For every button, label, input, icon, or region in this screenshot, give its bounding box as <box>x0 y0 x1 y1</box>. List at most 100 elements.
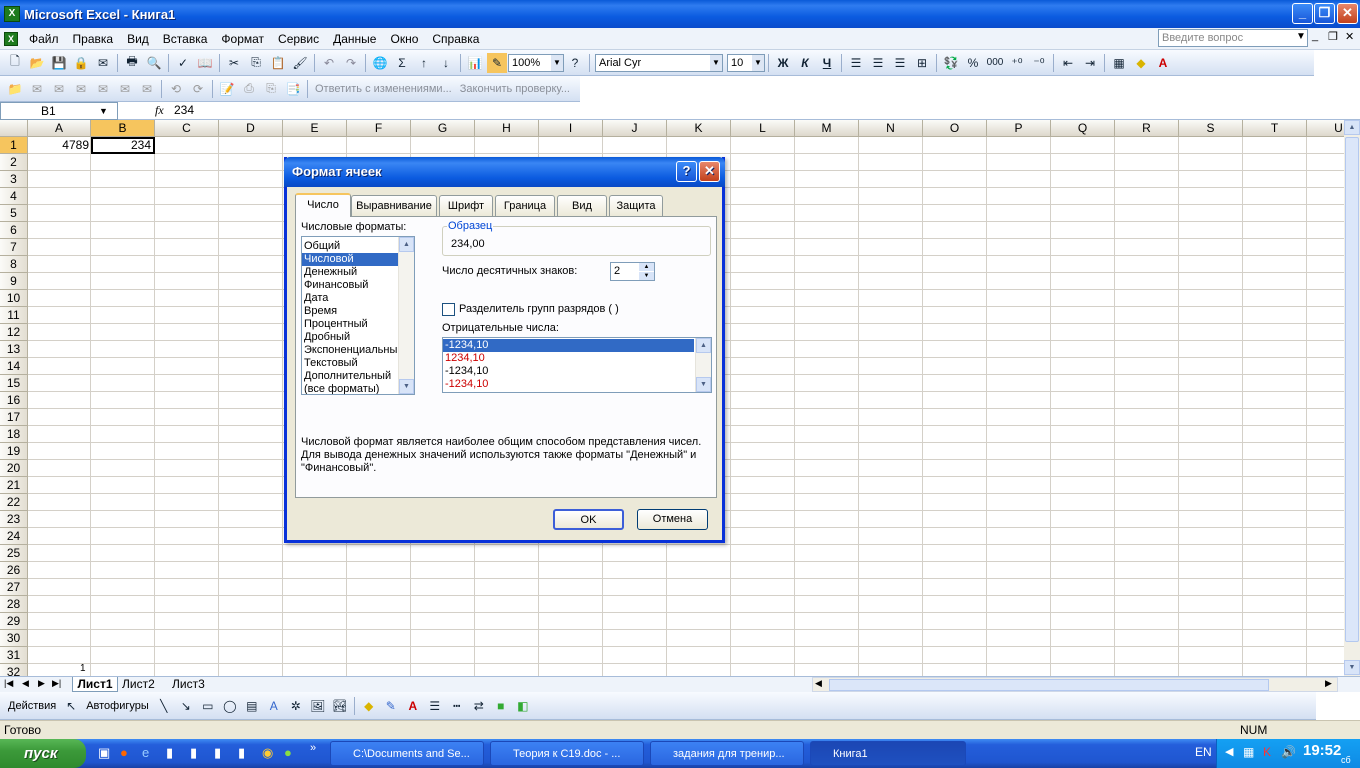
category-item[interactable]: Время <box>302 305 399 318</box>
row-header-20[interactable]: 20 <box>0 460 28 477</box>
column-header-f[interactable]: F <box>347 120 411 137</box>
row-header-3[interactable]: 3 <box>0 171 28 188</box>
category-item[interactable]: Экспоненциальный <box>302 344 404 357</box>
review-icon-2[interactable]: ✉ <box>27 79 47 99</box>
row-header-11[interactable]: 11 <box>0 307 28 324</box>
sheet-nav-next-icon[interactable]: ▶ <box>38 678 45 689</box>
doc-restore-icon[interactable]: ❐ <box>1328 30 1338 43</box>
row-header-12[interactable]: 12 <box>0 324 28 341</box>
review-icon-13[interactable]: 📑 <box>283 79 303 99</box>
tray-volume-icon[interactable]: 🔊 <box>1281 745 1296 759</box>
ask-dropdown-icon[interactable]: ▼ <box>1296 31 1306 42</box>
category-item[interactable]: Числовой <box>302 253 399 266</box>
zoom-combo[interactable]: 100% ▼ <box>508 53 564 72</box>
decrease-decimal-icon[interactable]: ⁻⁰ <box>1029 53 1049 73</box>
dialog-help-button[interactable]: ? <box>676 161 697 182</box>
column-header-b[interactable]: B <box>91 120 155 137</box>
tab-font[interactable]: Шрифт <box>439 195 493 216</box>
shadow-icon[interactable]: ■ <box>491 696 511 716</box>
new-icon[interactable]: 🗋 <box>5 53 25 73</box>
review-icon-11[interactable]: ⎙ <box>239 79 259 99</box>
row-header-17[interactable]: 17 <box>0 409 28 426</box>
tab-protection[interactable]: Защита <box>609 195 663 216</box>
scroll-up-icon[interactable]: ▲ <box>1344 120 1360 135</box>
spin-down-icon[interactable]: ▼ <box>639 272 654 280</box>
increase-decimal-icon[interactable]: ⁺⁰ <box>1007 53 1027 73</box>
hscroll-thumb[interactable] <box>829 679 1269 691</box>
row-header-21[interactable]: 21 <box>0 477 28 494</box>
chart-wizard-icon[interactable]: 📊 <box>465 53 485 73</box>
spelling-icon[interactable]: ✓ <box>173 53 193 73</box>
italic-button[interactable]: К <box>795 53 815 73</box>
doc-close-icon[interactable]: ✕ <box>1345 30 1354 43</box>
horizontal-scrollbar[interactable]: ◀ ▶ <box>812 677 1338 692</box>
dash-style-icon[interactable]: ┅ <box>447 696 467 716</box>
review-icon-3[interactable]: ✉ <box>49 79 69 99</box>
column-header-t[interactable]: T <box>1243 120 1307 137</box>
separator-checkbox[interactable] <box>442 303 455 316</box>
tab-alignment[interactable]: Выравнивание <box>351 195 437 216</box>
line-style-icon[interactable]: ☰ <box>425 696 445 716</box>
font-size-combo[interactable]: 10 ▼ <box>727 53 765 72</box>
category-item[interactable]: Текстовый <box>302 357 399 370</box>
start-button[interactable]: пуск <box>0 739 86 768</box>
name-box-dropdown-icon[interactable]: ▼ <box>99 103 108 119</box>
row-header-6[interactable]: 6 <box>0 222 28 239</box>
tray-network-icon[interactable]: ▦ <box>1243 745 1254 759</box>
tab-number[interactable]: Число <box>295 193 351 217</box>
row-header-32[interactable]: 32 <box>0 664 28 676</box>
save-icon[interactable]: 💾 <box>49 53 69 73</box>
column-header-p[interactable]: P <box>987 120 1051 137</box>
row-header-16[interactable]: 16 <box>0 392 28 409</box>
font-combo[interactable]: Arial Cyr ▼ <box>595 53 723 72</box>
menu-insert[interactable]: Вставка <box>156 29 215 49</box>
row-header-10[interactable]: 10 <box>0 290 28 307</box>
decimals-spinner[interactable]: 2 ▲ ▼ <box>610 262 655 281</box>
autosum-icon[interactable]: Σ <box>392 53 412 73</box>
quicklaunch-icon-9[interactable]: ● <box>284 745 292 760</box>
align-right-icon[interactable]: ☰ <box>890 53 910 73</box>
wordart-icon[interactable]: A <box>264 696 284 716</box>
zoom-dropdown-icon[interactable]: ▼ <box>551 54 563 71</box>
cancel-button[interactable]: Отмена <box>637 509 708 530</box>
category-scrollbar[interactable]: ▲ ▼ <box>398 237 414 394</box>
negative-format-item[interactable]: -1234,10 <box>443 339 694 352</box>
menu-format[interactable]: Формат <box>214 29 271 49</box>
drawing-icon[interactable]: ✎ <box>487 52 507 73</box>
review-icon-5[interactable]: ✉ <box>93 79 113 99</box>
oval-icon[interactable]: ◯ <box>220 696 240 716</box>
column-header-r[interactable]: R <box>1115 120 1179 137</box>
review-icon-4[interactable]: ✉ <box>71 79 91 99</box>
draw-font-color-icon[interactable]: A <box>403 696 423 716</box>
category-item[interactable]: Дата <box>302 292 399 305</box>
end-review-button[interactable]: Закончить проверку... <box>460 83 570 95</box>
doc-minimize-icon[interactable]: _ <box>1312 30 1318 42</box>
column-header-s[interactable]: S <box>1179 120 1243 137</box>
restore-button[interactable]: ❐ <box>1314 3 1335 24</box>
underline-button[interactable]: Ч <box>817 53 837 73</box>
category-item[interactable]: (все форматы) <box>302 383 399 394</box>
menu-file[interactable]: Файл <box>22 29 66 49</box>
hyperlink-icon[interactable]: 🌐 <box>370 53 390 73</box>
negative-format-item[interactable]: 1234,10 <box>443 352 694 365</box>
column-header-d[interactable]: D <box>219 120 283 137</box>
review-icon-1[interactable]: 📁 <box>5 79 25 99</box>
sort-descending-icon[interactable]: ↓ <box>436 53 456 73</box>
print-preview-icon[interactable]: 🔍 <box>144 53 164 73</box>
line-color-icon[interactable]: ✎ <box>381 696 401 716</box>
fx-icon[interactable]: fx <box>155 103 164 118</box>
3d-icon[interactable]: ◧ <box>513 696 533 716</box>
row-header-7[interactable]: 7 <box>0 239 28 256</box>
sheet-tab-3[interactable]: Лист3 <box>172 677 205 691</box>
row-header-29[interactable]: 29 <box>0 613 28 630</box>
reply-with-changes-button[interactable]: Ответить с изменениями... <box>315 83 452 95</box>
column-header-k[interactable]: K <box>667 120 731 137</box>
hscroll-right-icon[interactable]: ▶ <box>1325 678 1332 689</box>
column-header-c[interactable]: C <box>155 120 219 137</box>
column-header-o[interactable]: O <box>923 120 987 137</box>
sheet-nav-last-icon[interactable]: ▶| <box>52 678 61 689</box>
menu-edit[interactable]: Правка <box>66 29 121 49</box>
language-indicator[interactable]: EN <box>1195 745 1212 759</box>
ok-button[interactable]: OK <box>553 509 624 530</box>
align-left-icon[interactable]: ☰ <box>846 53 866 73</box>
